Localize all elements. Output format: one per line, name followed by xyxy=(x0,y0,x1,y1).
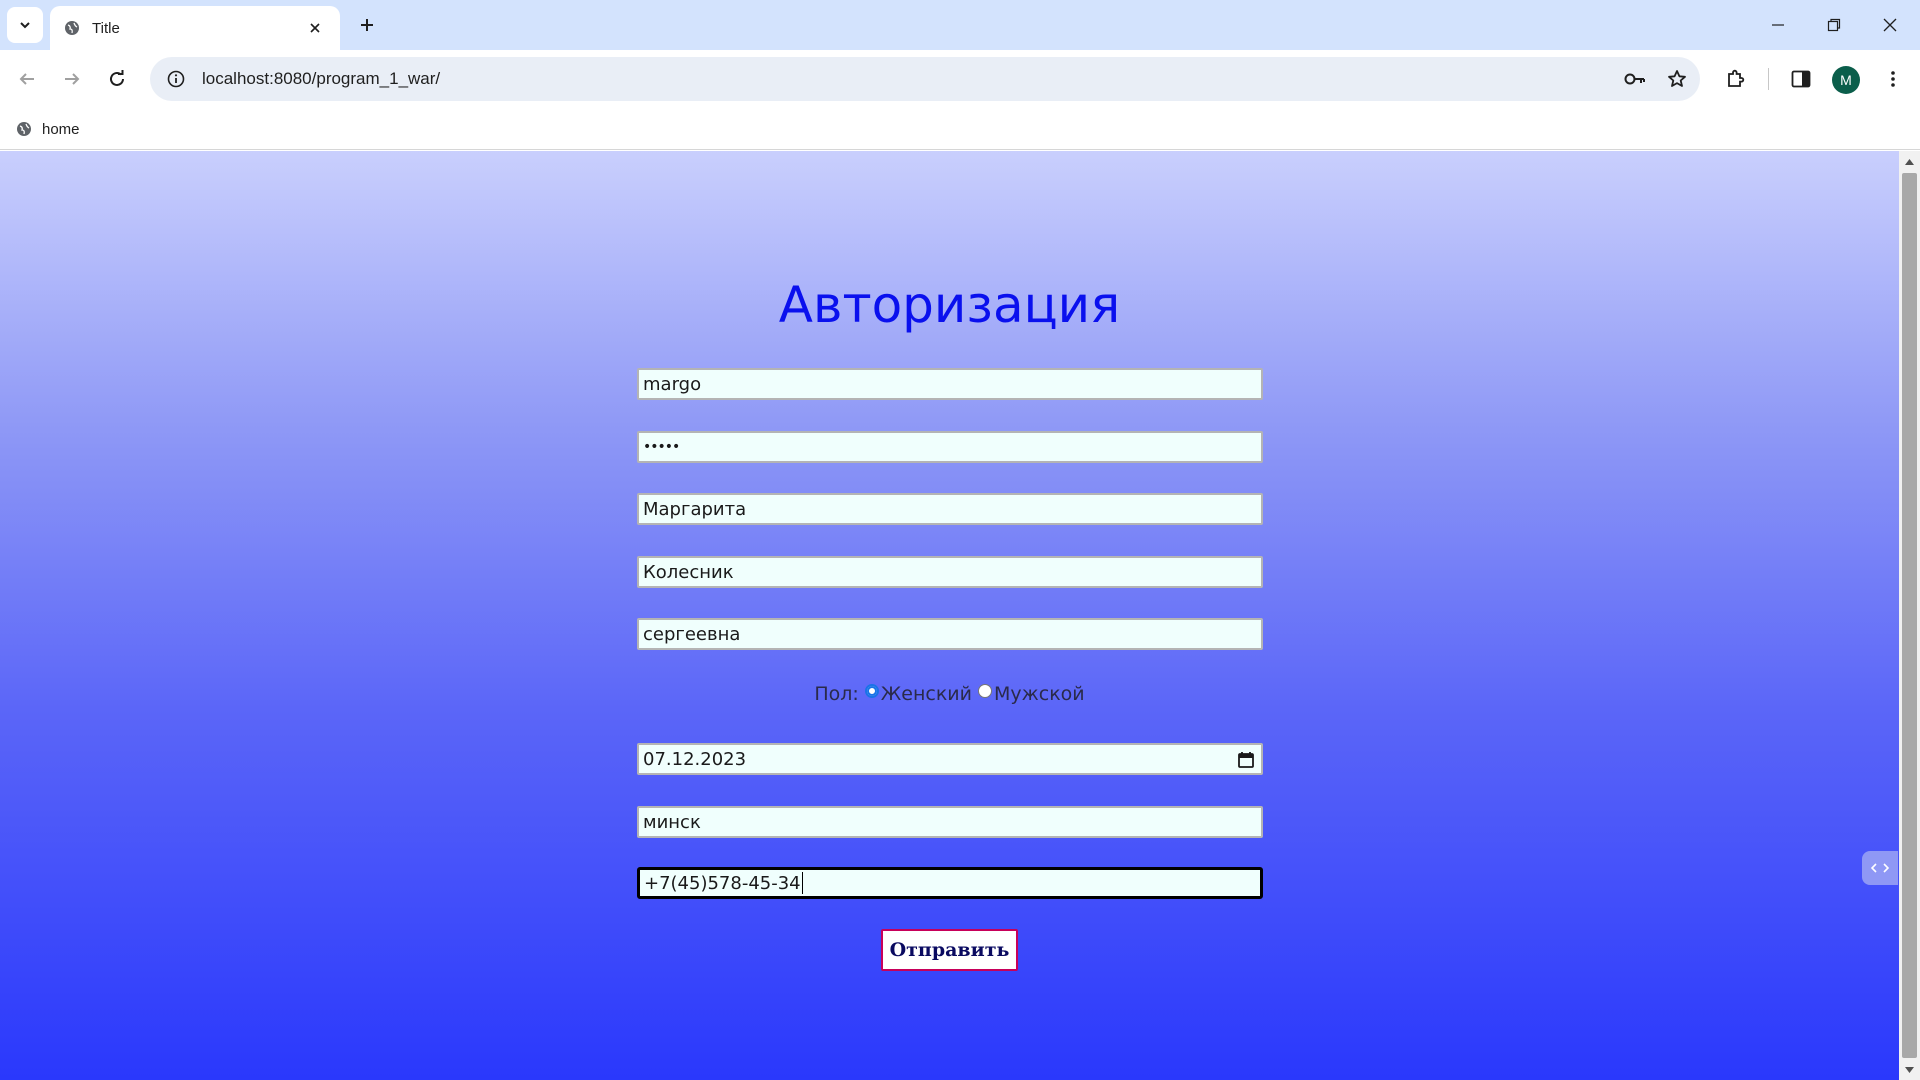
menu-button[interactable] xyxy=(1875,61,1911,97)
birth-date-value: 07.12.2023 xyxy=(643,748,747,770)
restore-icon xyxy=(1827,18,1841,32)
address-bar[interactable]: localhost:8080/program_1_war/ xyxy=(150,57,1700,101)
url-text[interactable]: localhost:8080/program_1_war/ xyxy=(202,69,1616,89)
side-panel-icon xyxy=(1791,70,1811,88)
login-value: margo xyxy=(643,373,702,395)
page-viewport: Авторизация margo ••••• Маргарита Колесн… xyxy=(0,151,1899,1080)
page-title: Авторизация xyxy=(778,276,1121,334)
submit-button[interactable]: Отправить xyxy=(881,929,1018,971)
extensions-button[interactable] xyxy=(1717,61,1753,97)
patronymic-value: сергеевна xyxy=(643,623,741,645)
gender-label: Пол: xyxy=(814,683,859,705)
gender-female-radio[interactable] xyxy=(864,684,879,698)
password-value: ••••• xyxy=(643,439,680,455)
close-window-button[interactable] xyxy=(1862,0,1918,50)
last-name-value: Колесник xyxy=(643,561,734,583)
login-field[interactable]: margo xyxy=(637,368,1263,400)
close-icon xyxy=(1883,18,1897,32)
scroll-up-icon[interactable] xyxy=(1904,156,1915,167)
calendar-icon[interactable] xyxy=(1237,751,1255,769)
patronymic-field[interactable]: сергеевна xyxy=(637,618,1263,650)
arrow-right-icon xyxy=(65,73,80,85)
text-caret xyxy=(801,872,803,894)
code-icon xyxy=(1871,863,1889,873)
browser-toolbar: localhost:8080/program_1_war/ M xyxy=(0,50,1920,108)
close-tab-icon[interactable] xyxy=(304,17,326,39)
city-value: минск xyxy=(643,811,701,833)
tab-strip: Title xyxy=(0,0,1920,50)
reload-button[interactable] xyxy=(99,61,135,97)
reload-icon xyxy=(110,70,124,86)
tab-title: Title xyxy=(92,19,120,37)
scrollbar-thumb[interactable] xyxy=(1902,173,1917,1058)
tab-search-button[interactable] xyxy=(7,7,43,43)
gender-female-label[interactable]: Женский xyxy=(881,683,972,705)
site-info-icon[interactable] xyxy=(154,57,198,101)
globe-icon xyxy=(65,21,79,35)
restore-button[interactable] xyxy=(1806,0,1862,50)
last-name-field[interactable]: Колесник xyxy=(637,556,1263,588)
gender-group: Пол: Женский Мужской xyxy=(0,683,1899,705)
password-field[interactable]: ••••• xyxy=(637,431,1263,463)
chevron-down-icon xyxy=(20,22,30,29)
minimize-icon xyxy=(1772,24,1784,26)
minimize-button[interactable] xyxy=(1750,0,1806,50)
forward-button[interactable] xyxy=(54,61,90,97)
bookmark-star-icon[interactable] xyxy=(1658,60,1696,98)
page-scrollbar[interactable] xyxy=(1899,151,1920,1080)
puzzle-icon xyxy=(1728,69,1745,87)
globe-icon xyxy=(17,122,31,136)
side-panel-button[interactable] xyxy=(1783,61,1819,97)
arrow-left-icon xyxy=(19,73,34,85)
plus-icon xyxy=(361,19,373,31)
scroll-down-icon[interactable] xyxy=(1904,1064,1915,1075)
first-name-value: Маргарита xyxy=(643,498,747,520)
phone-value: +7(45)578-45-34 xyxy=(644,872,801,894)
bookmarks-bar: home xyxy=(0,108,1920,150)
bookmark-label: home xyxy=(42,120,80,138)
birth-date-field[interactable]: 07.12.2023 xyxy=(637,743,1263,775)
more-vert-icon xyxy=(1891,71,1895,87)
browser-tab[interactable]: Title xyxy=(50,6,340,50)
gender-male-label[interactable]: Мужской xyxy=(994,683,1085,705)
back-button[interactable] xyxy=(9,61,45,97)
key-icon[interactable] xyxy=(1616,60,1654,98)
toolbar-divider xyxy=(1768,68,1769,90)
city-field[interactable]: минск xyxy=(637,806,1263,838)
bookmark-home[interactable]: home xyxy=(10,115,86,143)
gender-male-radio[interactable] xyxy=(978,684,992,698)
profile-avatar[interactable]: M xyxy=(1832,66,1860,94)
new-tab-button[interactable] xyxy=(352,10,382,40)
phone-field[interactable]: +7(45)578-45-34 xyxy=(637,867,1263,899)
side-widget-button[interactable] xyxy=(1862,851,1898,885)
first-name-field[interactable]: Маргарита xyxy=(637,493,1263,525)
